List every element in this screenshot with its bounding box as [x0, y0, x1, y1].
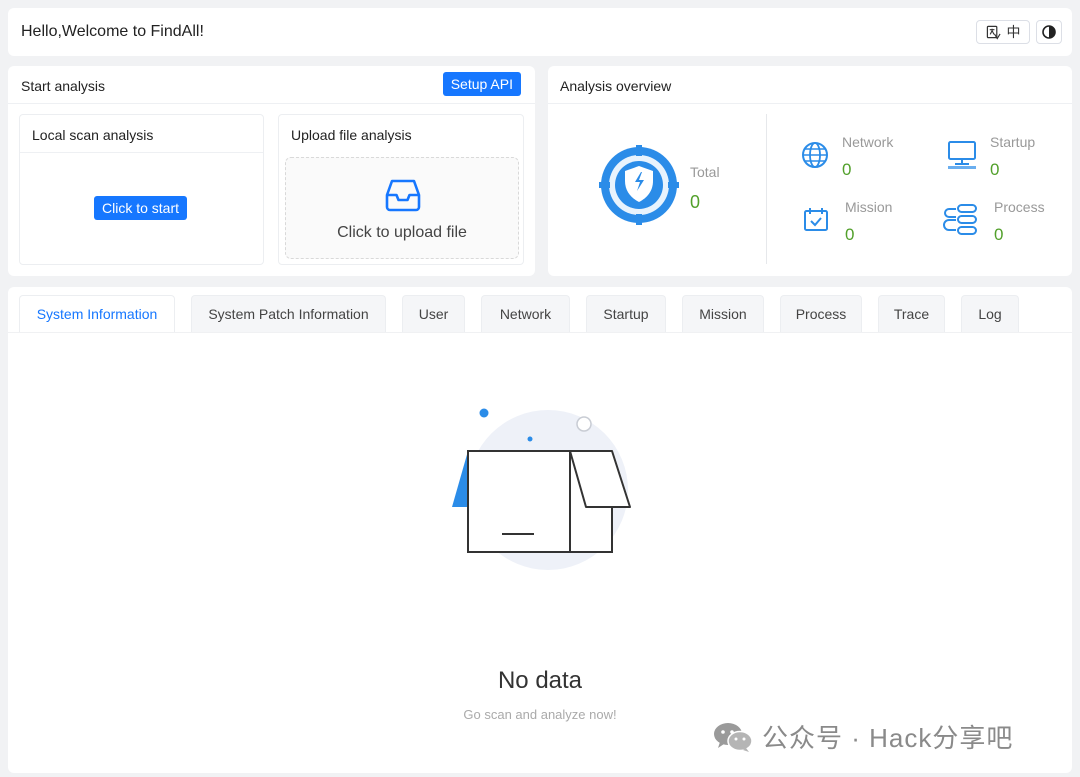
start-analysis-title: Start analysis: [21, 78, 106, 94]
welcome-title: Hello,Welcome to FindAll!: [21, 23, 204, 40]
translate-icon: [986, 25, 1001, 40]
monitor-icon: [948, 141, 976, 169]
watermark: 公众号 · Hack分享吧: [712, 718, 1013, 755]
setup-api-button[interactable]: Setup API: [442, 72, 521, 96]
watermark-text: 公众号 · Hack分享吧: [762, 723, 1014, 753]
language-switch-button[interactable]: 中: [976, 20, 1030, 44]
tab-mission[interactable]: Mission: [682, 295, 764, 332]
tab-system-information[interactable]: System Information: [19, 295, 175, 332]
tab-startup[interactable]: Startup: [586, 295, 666, 332]
analysis-overview-card: Analysis overview Total 0 Network 0 Star…: [548, 66, 1072, 276]
upload-file-title: Upload file analysis: [291, 127, 412, 143]
stat-network-value: 0: [842, 160, 852, 179]
click-to-start-button[interactable]: Click to start: [94, 196, 188, 220]
total-label: Total: [690, 164, 720, 180]
stat-startup-value: 0: [990, 160, 1000, 179]
tab-system-patch-information[interactable]: System Patch Information: [191, 295, 386, 332]
empty-box-illustration: [452, 408, 631, 570]
tab-trace[interactable]: Trace: [878, 295, 945, 332]
theme-toggle-button[interactable]: [1036, 20, 1062, 44]
empty-title: No data: [497, 667, 583, 694]
wechat-icon: [714, 722, 753, 752]
stat-process-value: 0: [994, 225, 1004, 244]
shield-target-icon: [599, 145, 679, 225]
tab-divider: [8, 332, 1072, 333]
local-scan-title: Local scan analysis: [32, 127, 154, 143]
language-label: 中: [1006, 24, 1021, 40]
stat-mission-label: Mission: [845, 199, 893, 215]
inbox-icon: [385, 179, 421, 212]
upload-dropzone[interactable]: Click to upload file: [285, 157, 519, 259]
local-scan-header: Local scan analysis: [20, 115, 263, 153]
start-analysis-card: Start analysis Setup API Local scan anal…: [8, 66, 535, 276]
total-value: 0: [690, 192, 701, 212]
header-bar: Hello,Welcome to FindAll! 中: [8, 8, 1072, 56]
tab-user[interactable]: User: [402, 295, 465, 332]
stat-process-label: Process: [994, 199, 1045, 215]
tab-process[interactable]: Process: [780, 295, 862, 332]
analysis-overview-header: Analysis overview: [548, 66, 1072, 104]
stat-network-label: Network: [842, 134, 894, 150]
calendar-check-icon: [804, 208, 828, 231]
overview-divider: [766, 114, 767, 264]
analysis-overview-title: Analysis overview: [560, 78, 672, 94]
upload-label: Click to upload file: [337, 224, 467, 241]
detail-tabs-card: System Information System Patch Informat…: [8, 287, 1072, 773]
local-scan-card: Local scan analysis Click to start: [19, 114, 264, 265]
start-analysis-header: Start analysis Setup API: [8, 66, 535, 104]
process-flow-icon: [943, 204, 977, 235]
tab-log[interactable]: Log: [961, 295, 1019, 332]
upload-file-card: Upload file analysis Click to upload fil…: [278, 114, 524, 265]
stat-startup-label: Startup: [990, 134, 1036, 150]
stat-mission-value: 0: [845, 225, 855, 244]
tab-network[interactable]: Network: [481, 295, 570, 332]
half-circle-icon: [1042, 25, 1056, 39]
globe-icon: [802, 142, 828, 168]
upload-file-header: Upload file analysis: [279, 115, 523, 153]
